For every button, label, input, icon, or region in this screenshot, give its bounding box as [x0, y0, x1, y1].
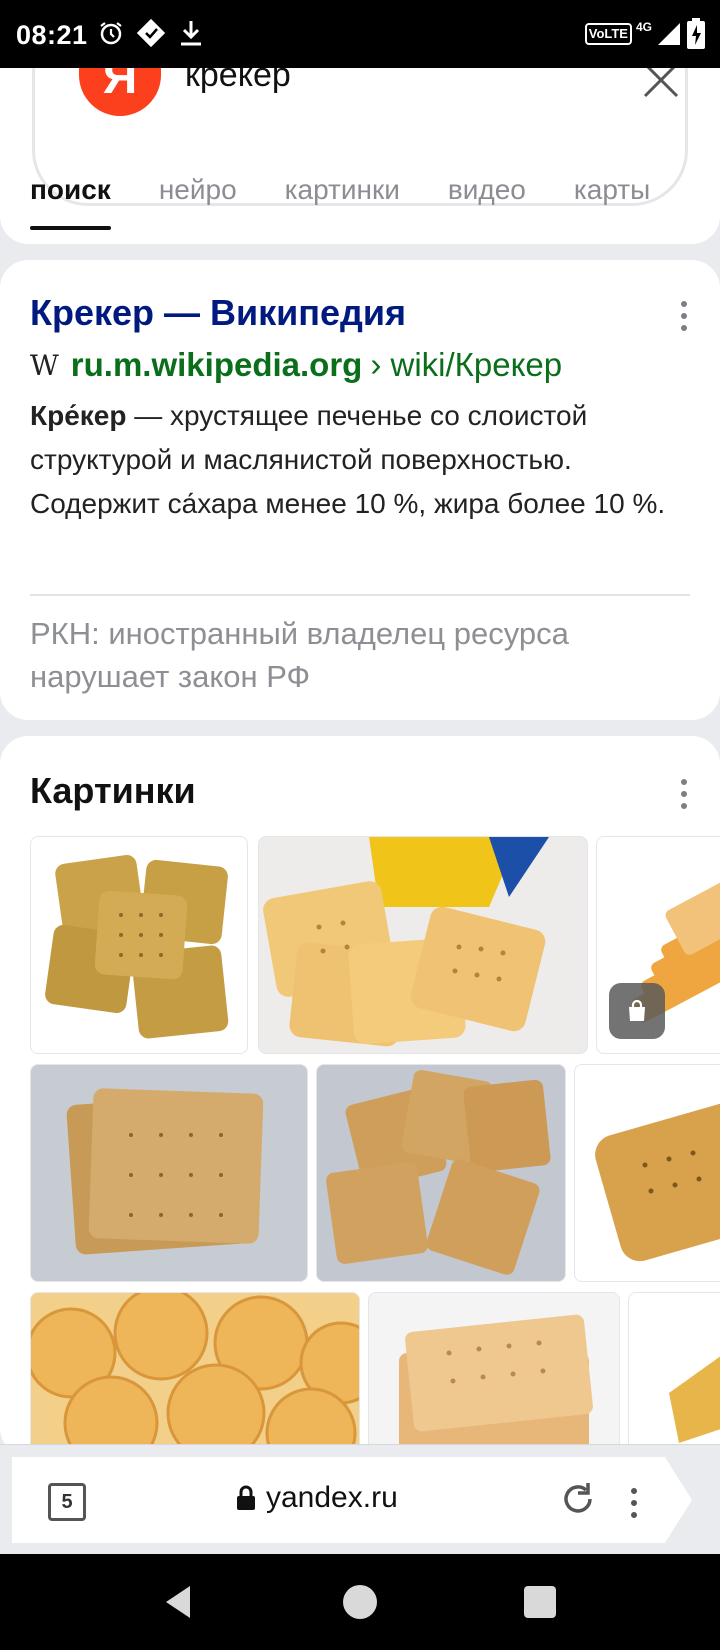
result-divider [30, 594, 690, 596]
cracker-image [45, 854, 229, 1039]
snippet-text: — хрустящее печенье со слоистой структур… [30, 400, 666, 519]
tab-maps[interactable]: карты [574, 174, 650, 234]
result-url-path[interactable]: › wiki/Крекер [370, 346, 562, 384]
images-more-icon[interactable] [674, 776, 694, 812]
cracker-image [263, 837, 549, 1047]
reload-icon[interactable] [558, 1479, 598, 1519]
lock-icon [237, 1485, 255, 1510]
address-bar[interactable]: yandex.ru [236, 1481, 398, 1515]
home-nav-icon[interactable] [340, 1582, 380, 1622]
tab-video[interactable]: видео [448, 174, 526, 234]
network-type: 4G [635, 20, 652, 34]
image-thumb-1[interactable] [30, 836, 248, 1054]
alarm-icon [100, 22, 122, 45]
snippet-term: Кре́кер [30, 400, 127, 431]
cracker-image [326, 1069, 551, 1275]
search-header: Я крекер поиск нейро картинки видео карт… [0, 68, 720, 244]
result-snippet: Кре́кер — хрустящее печенье со слоистой … [30, 394, 680, 526]
image-thumb-9[interactable] [628, 1292, 720, 1456]
wikipedia-icon: W [30, 348, 59, 382]
system-nav-bar [0, 1554, 720, 1650]
yandex-logo[interactable]: Я [79, 68, 161, 116]
image-thumb-6[interactable] [574, 1064, 720, 1282]
search-result-card: Крекер — Википедия W ru.m.wikipedia.org … [0, 260, 720, 720]
image-thumb-4[interactable] [30, 1064, 308, 1282]
address-text[interactable]: yandex.ru [266, 1481, 398, 1515]
browser-toolbar-body: 5 yandex.ru [12, 1457, 692, 1543]
browser-toolbar: 5 yandex.ru [0, 1444, 720, 1554]
image-thumb-2[interactable] [258, 836, 588, 1054]
back-nav-icon[interactable] [160, 1582, 200, 1622]
shopping-bag-icon[interactable] [609, 983, 665, 1039]
download-icon [181, 21, 201, 46]
search-input[interactable]: крекер [185, 68, 291, 95]
image-thumb-5[interactable] [316, 1064, 566, 1282]
result-url-host[interactable]: ru.m.wikipedia.org [71, 346, 363, 384]
rkn-notice: РКН: иностранный владелец ресурса наруша… [30, 616, 569, 694]
screenshot-icon [136, 18, 166, 48]
image-thumb-8[interactable] [368, 1292, 620, 1456]
recents-nav-icon[interactable] [520, 1582, 560, 1622]
cracker-image [595, 1098, 720, 1262]
battery-icon [687, 18, 705, 49]
tab-neuro[interactable]: нейро [159, 174, 237, 234]
images-title[interactable]: Картинки [30, 770, 196, 812]
search-tabs: поиск нейро картинки видео карты [30, 174, 650, 234]
volte-badge: VoLTE [584, 23, 632, 45]
signal-icon [658, 23, 680, 45]
image-thumb-7[interactable] [30, 1292, 360, 1456]
cracker-image [399, 1314, 593, 1455]
browser-menu-icon[interactable] [624, 1485, 644, 1521]
result-title-link[interactable]: Крекер — Википедия [30, 292, 406, 334]
cracker-image [31, 1293, 359, 1455]
tab-images[interactable]: картинки [285, 174, 400, 234]
status-time: 08:21 [16, 20, 88, 50]
tabs-count-button[interactable]: 5 [48, 1483, 86, 1521]
image-thumb-3[interactable] [596, 836, 720, 1054]
cracker-image [66, 1088, 264, 1255]
status-bar: 08:21 VoLTE 4G [0, 0, 720, 68]
cracker-image [669, 1356, 720, 1443]
tab-search[interactable]: поиск [30, 174, 111, 234]
images-card: Картинки [0, 736, 720, 1456]
clear-search-icon[interactable] [639, 68, 683, 100]
result-url[interactable]: W ru.m.wikipedia.org › wiki/Крекер [30, 346, 562, 384]
result-more-icon[interactable] [674, 298, 694, 334]
